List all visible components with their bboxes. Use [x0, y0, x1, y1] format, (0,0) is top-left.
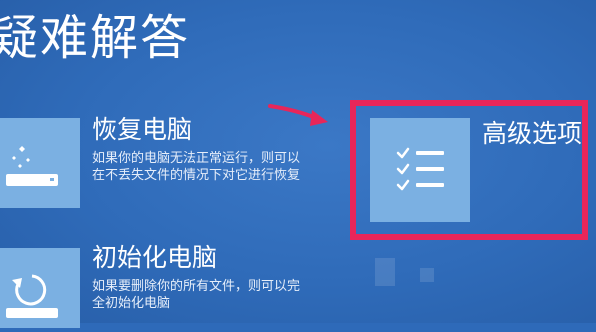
reset-pc-desc-line-1: 如果要删除你的所有文件，则可以完	[92, 279, 301, 294]
refresh-pc-icon	[6, 146, 58, 186]
reset-pc-desc-line-2: 全初始化电脑	[92, 296, 171, 311]
faint-tile-fragment	[375, 258, 395, 286]
reset-pc-icon	[6, 274, 58, 318]
reset-pc-tile[interactable]	[0, 248, 80, 328]
refresh-pc-desc-line-1: 如果你的电脑无法正常运行，则可以	[92, 151, 301, 166]
faint-tile-fragment	[420, 268, 434, 282]
refresh-pc-tile[interactable]	[0, 118, 80, 208]
reset-pc-title[interactable]: 初始化电脑	[92, 244, 217, 272]
refresh-pc-title[interactable]: 恢复电脑	[92, 116, 192, 144]
page-title: 疑难解答	[0, 10, 191, 66]
refresh-pc-desc-line-2: 在不丢失文件的情况下对它进行恢复	[92, 168, 301, 183]
highlight-frame	[350, 100, 588, 240]
red-arrow-icon	[268, 104, 328, 126]
